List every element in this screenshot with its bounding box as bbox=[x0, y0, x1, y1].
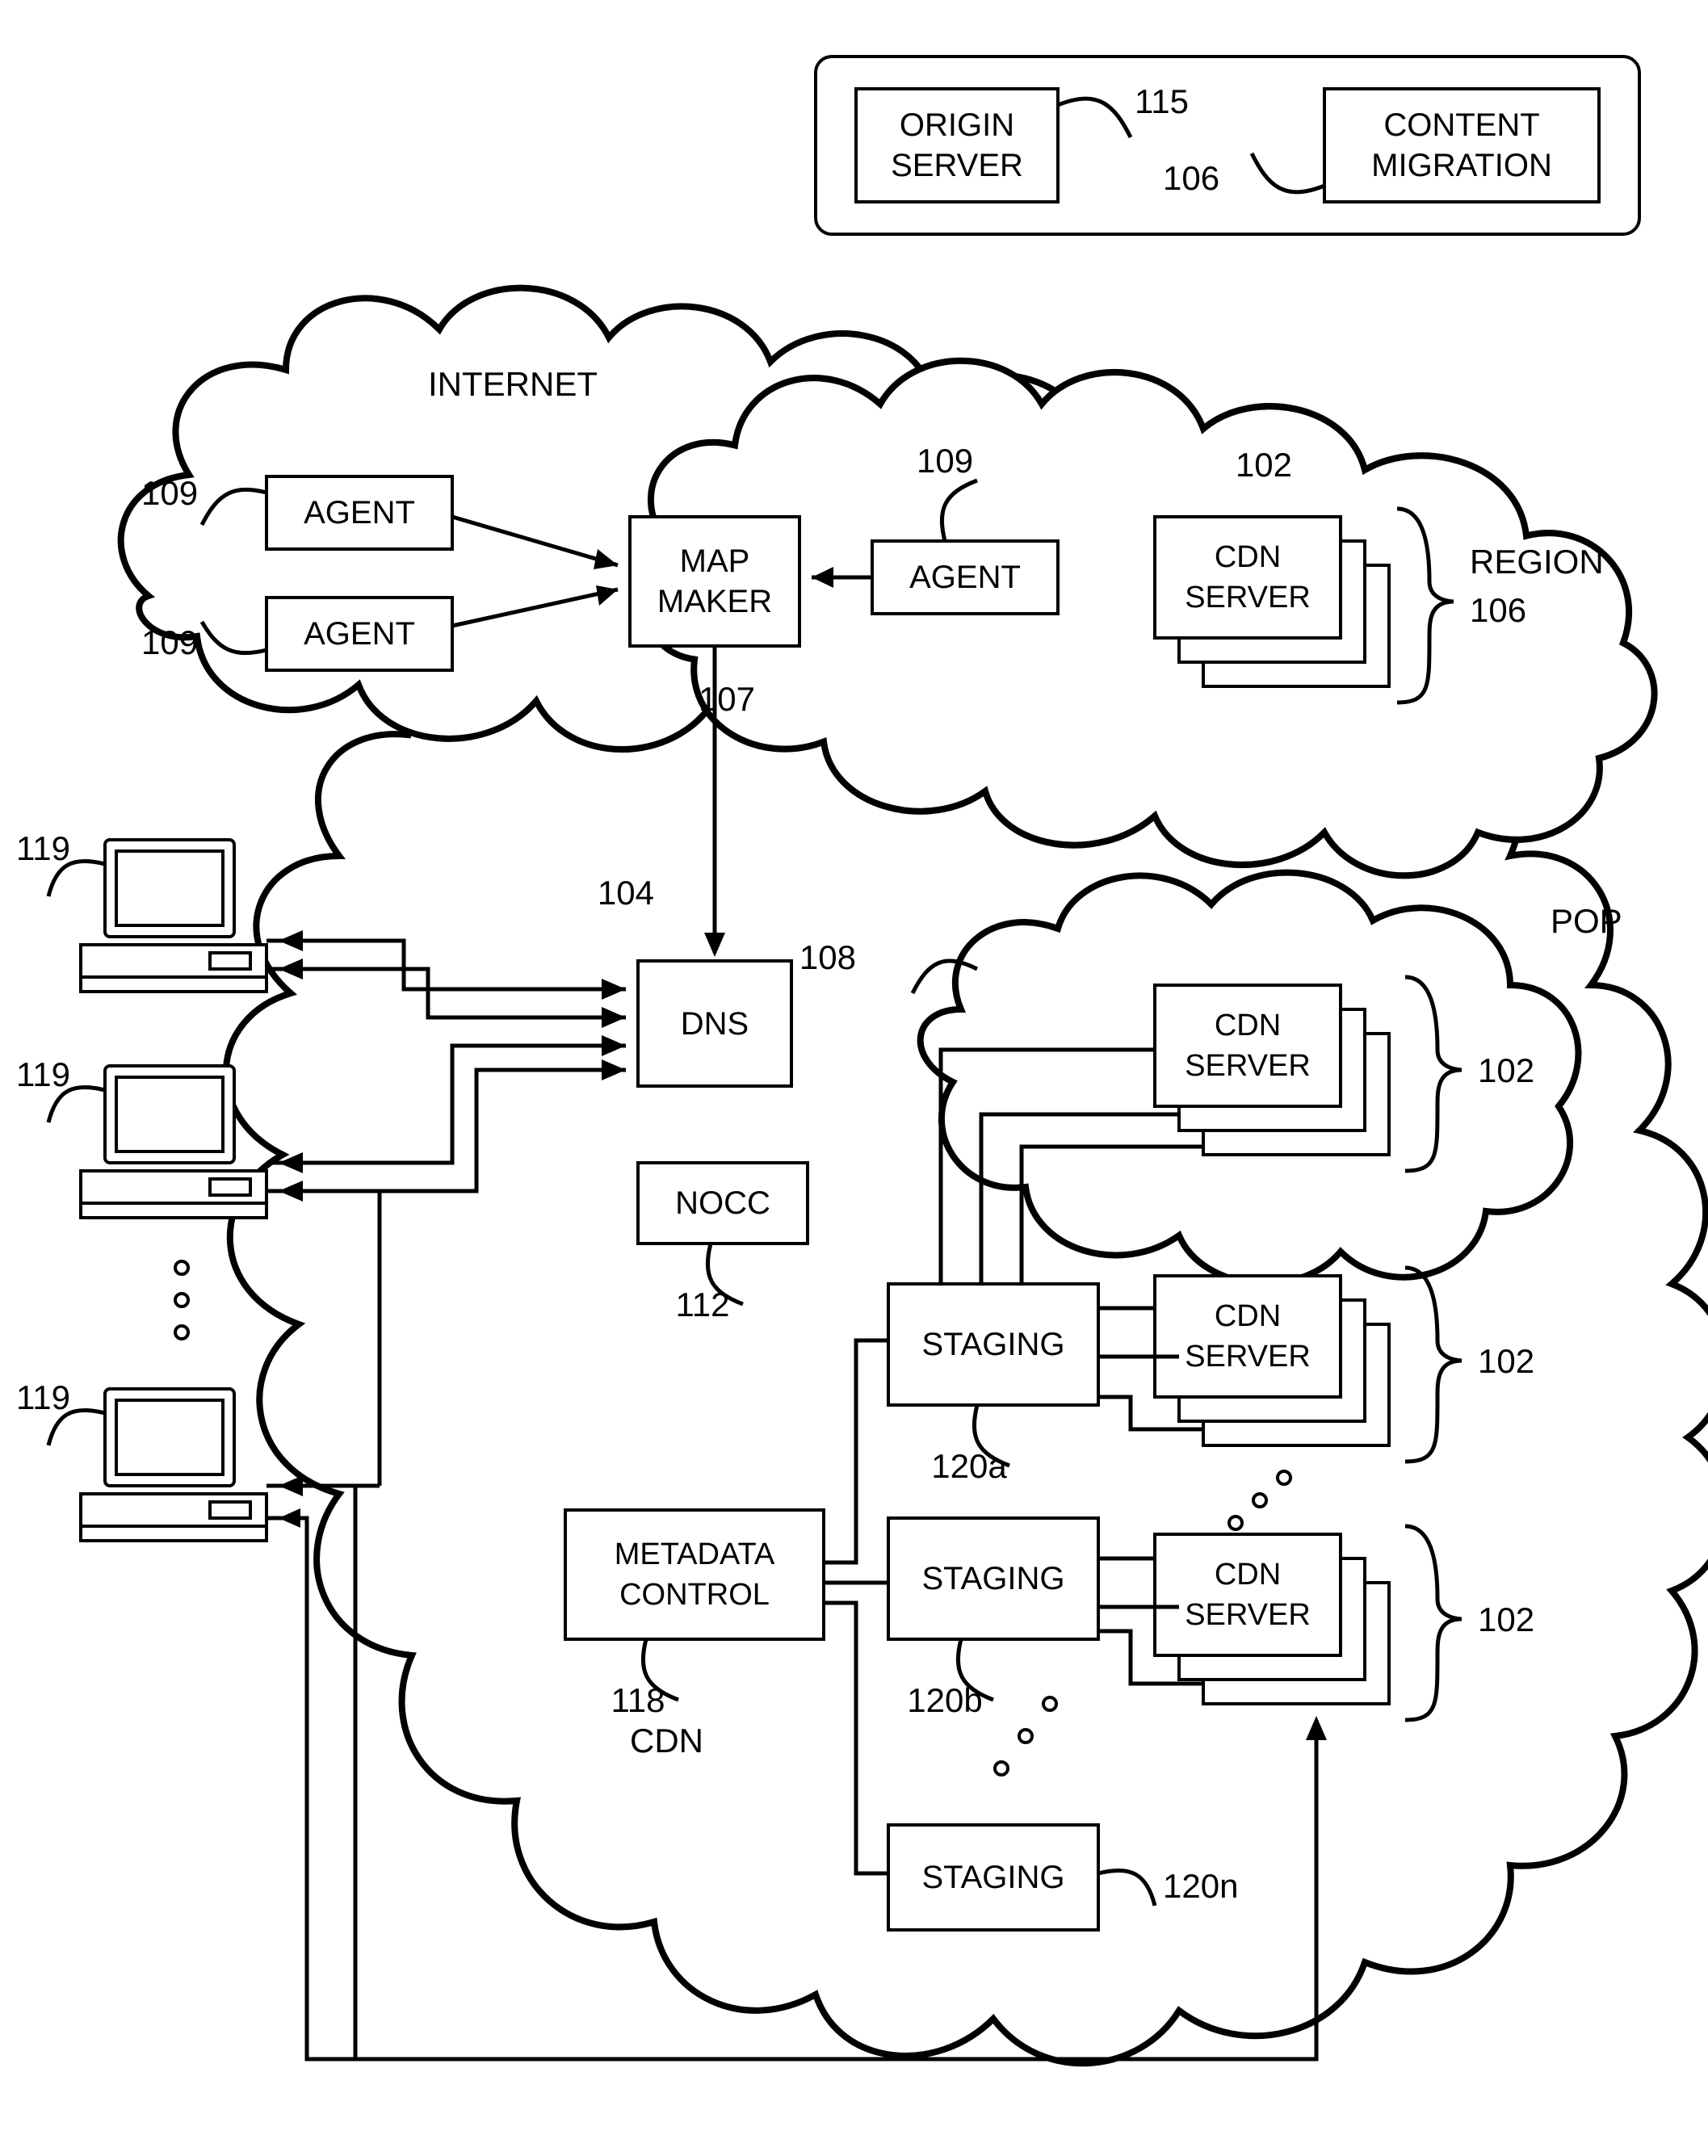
legend-origin-l2: SERVER bbox=[891, 148, 1023, 183]
clientn-ref: 119 bbox=[16, 1378, 70, 1416]
region-ref: 106 bbox=[1470, 591, 1526, 629]
svg-text:SERVER: SERVER bbox=[1185, 1598, 1311, 1632]
staging-a-ref: 120a bbox=[931, 1447, 1007, 1485]
client-n: 119 bbox=[16, 1378, 266, 1541]
stack3-ref: 102 bbox=[1478, 1342, 1534, 1380]
svg-text:SERVER: SERVER bbox=[1185, 581, 1311, 615]
staging-b-ref: 120b bbox=[907, 1681, 982, 1719]
stack1-ref: 102 bbox=[1236, 446, 1292, 484]
client1-ref: 119 bbox=[16, 829, 70, 867]
cdn-label: CDN bbox=[630, 1722, 703, 1760]
legend-mig-l2: MIGRATION bbox=[1371, 148, 1552, 183]
agent3-ref: 109 bbox=[917, 442, 973, 480]
dns-ref: 104 bbox=[598, 874, 654, 912]
region-label: REGION bbox=[1470, 543, 1604, 581]
mapmaker-ref: 107 bbox=[699, 680, 755, 718]
dns-label: DNS bbox=[681, 1006, 749, 1042]
svg-text:CDN: CDN bbox=[1215, 1009, 1281, 1042]
internet-label: INTERNET bbox=[428, 365, 598, 403]
agent2-ref: 109 bbox=[141, 623, 198, 661]
client-2: 119 bbox=[16, 1055, 266, 1218]
client2-ref: 119 bbox=[16, 1055, 70, 1093]
svg-text:AGENT: AGENT bbox=[909, 560, 1021, 595]
svg-text:STAGING: STAGING bbox=[921, 1561, 1064, 1596]
svg-text:AGENT: AGENT bbox=[304, 616, 415, 652]
svg-text:STAGING: STAGING bbox=[921, 1327, 1064, 1362]
metadata-l2: CONTROL bbox=[619, 1578, 770, 1612]
svg-text:AGENT: AGENT bbox=[304, 495, 415, 531]
legend-mig-l1: CONTENT bbox=[1383, 107, 1539, 143]
svg-text:SERVER: SERVER bbox=[1185, 1049, 1311, 1083]
client-1: 119 bbox=[16, 829, 266, 992]
pop-label: POP bbox=[1551, 902, 1622, 940]
dns-box: DNS bbox=[638, 961, 791, 1086]
svg-text:CDN: CDN bbox=[1215, 540, 1281, 574]
stack2-ref: 102 bbox=[1478, 1051, 1534, 1089]
metadata-ref: 118 bbox=[611, 1681, 665, 1719]
svg-text:CDN: CDN bbox=[1215, 1558, 1281, 1592]
legend-origin-l1: ORIGIN bbox=[900, 107, 1014, 143]
nocc-label: NOCC bbox=[675, 1185, 770, 1221]
nocc-ref: 112 bbox=[676, 1286, 730, 1323]
mapmaker-l1: MAP bbox=[680, 543, 750, 579]
svg-text:STAGING: STAGING bbox=[921, 1860, 1064, 1895]
stack4-ref: 102 bbox=[1478, 1600, 1534, 1638]
svg-text:CDN: CDN bbox=[1215, 1299, 1281, 1333]
metadata-l1: METADATA bbox=[615, 1537, 775, 1571]
pop-ref: 108 bbox=[799, 938, 856, 976]
legend-box: ORIGIN SERVER 115 CONTENT MIGRATION 106 bbox=[816, 57, 1639, 234]
legend-mig-ref: 106 bbox=[1163, 159, 1219, 197]
staging-n-ref: 120n bbox=[1163, 1867, 1238, 1905]
legend-origin-ref: 115 bbox=[1135, 82, 1189, 120]
agent1-ref: 109 bbox=[141, 474, 198, 512]
mapmaker-l2: MAKER bbox=[657, 584, 772, 619]
svg-text:SERVER: SERVER bbox=[1185, 1340, 1311, 1374]
